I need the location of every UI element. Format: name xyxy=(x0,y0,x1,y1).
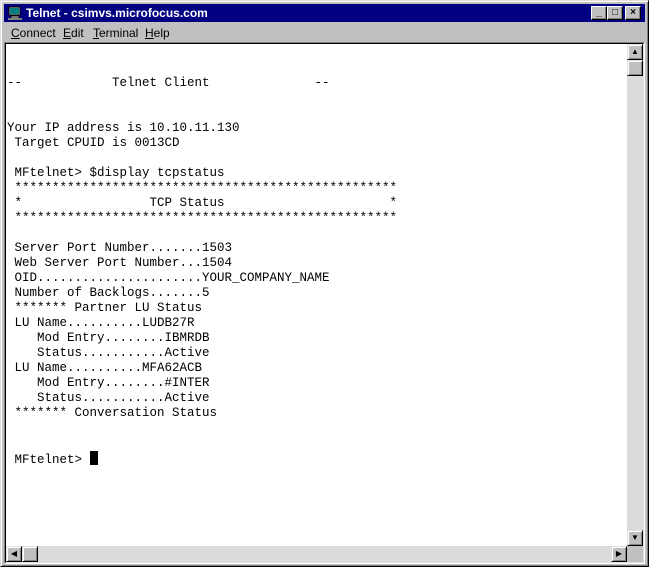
horizontal-scroll-thumb[interactable] xyxy=(22,546,38,562)
client-area: -- Telnet Client -- Your IP address is 10… xyxy=(5,43,644,563)
terminal-line: LU Name..........LUDB27R xyxy=(7,316,195,330)
terminal-line: ****************************************… xyxy=(7,211,398,225)
terminal-line: Mod Entry........#INTER xyxy=(7,376,210,390)
close-icon: × xyxy=(630,7,636,18)
terminal-prompt: MFtelnet> xyxy=(7,453,90,467)
scroll-right-arrow-icon: ▶ xyxy=(615,549,623,558)
telnet-window: Telnet - csimvs.microfocus.com _ □ × Con… xyxy=(0,0,649,567)
title-bar[interactable]: Telnet - csimvs.microfocus.com _ □ × xyxy=(4,4,645,22)
scrollbar-corner xyxy=(627,546,643,562)
scroll-up-button[interactable]: ▲ xyxy=(627,44,643,60)
menu-connect[interactable]: Connect xyxy=(11,25,56,41)
terminal-line: Your IP address is 10.10.11.130 xyxy=(7,121,240,135)
scroll-left-arrow-icon: ◀ xyxy=(10,549,18,558)
menu-terminal[interactable]: Terminal xyxy=(93,25,138,41)
menu-help[interactable]: Help xyxy=(145,25,170,41)
terminal-line: Mod Entry........IBMRDB xyxy=(7,331,210,345)
terminal-line: OID......................YOUR_COMPANY_NA… xyxy=(7,271,330,285)
menu-bar: Connect Edit Terminal Help xyxy=(4,23,645,42)
text-cursor xyxy=(89,451,98,465)
terminal-line: * TCP Status * xyxy=(7,196,398,210)
terminal-line: LU Name..........MFA62ACB xyxy=(7,361,203,375)
horizontal-scrollbar[interactable]: ◀ ▶ xyxy=(6,546,627,562)
telnet-app-icon xyxy=(8,6,22,20)
client-frame: -- Telnet Client -- Your IP address is 10… xyxy=(4,42,645,564)
terminal-line: ******* Conversation Status xyxy=(7,406,218,420)
scroll-down-button[interactable]: ▼ xyxy=(627,530,643,546)
terminal-prompt-line: MFtelnet> xyxy=(7,451,397,467)
terminal-line: -- Telnet Client -- xyxy=(7,76,330,90)
close-button[interactable]: × xyxy=(625,6,641,20)
maximize-icon: □ xyxy=(611,7,619,18)
terminal-screen[interactable]: -- Telnet Client -- Your IP address is 10… xyxy=(6,44,627,546)
scroll-up-arrow-icon: ▲ xyxy=(631,47,639,56)
maximize-button[interactable]: □ xyxy=(607,6,623,20)
scroll-right-button[interactable]: ▶ xyxy=(611,546,627,562)
terminal-line: MFtelnet> $display tcpstatus xyxy=(7,166,225,180)
vertical-scroll-thumb[interactable] xyxy=(627,60,643,76)
terminal-line: Target CPUID is 0013CD xyxy=(7,136,180,150)
menu-edit[interactable]: Edit xyxy=(63,25,84,41)
terminal-line: Status...........Active xyxy=(7,346,210,360)
minimize-button[interactable]: _ xyxy=(591,6,607,20)
terminal-line: Web Server Port Number...1504 xyxy=(7,256,233,270)
minimize-icon: _ xyxy=(596,7,602,18)
terminal-line: Status...........Active xyxy=(7,391,210,405)
terminal-output: -- Telnet Client -- Your IP address is 10… xyxy=(7,46,398,467)
terminal-line: Server Port Number.......1503 xyxy=(7,241,233,255)
terminal-line: ****************************************… xyxy=(7,181,398,195)
vertical-scrollbar[interactable]: ▲ ▼ xyxy=(627,44,643,546)
terminal-line: Number of Backlogs.......5 xyxy=(7,286,210,300)
terminal-line: ******* Partner LU Status xyxy=(7,301,203,315)
scroll-left-button[interactable]: ◀ xyxy=(6,546,22,562)
scroll-down-arrow-icon: ▼ xyxy=(631,533,639,542)
window-title: Telnet - csimvs.microfocus.com xyxy=(26,6,208,20)
